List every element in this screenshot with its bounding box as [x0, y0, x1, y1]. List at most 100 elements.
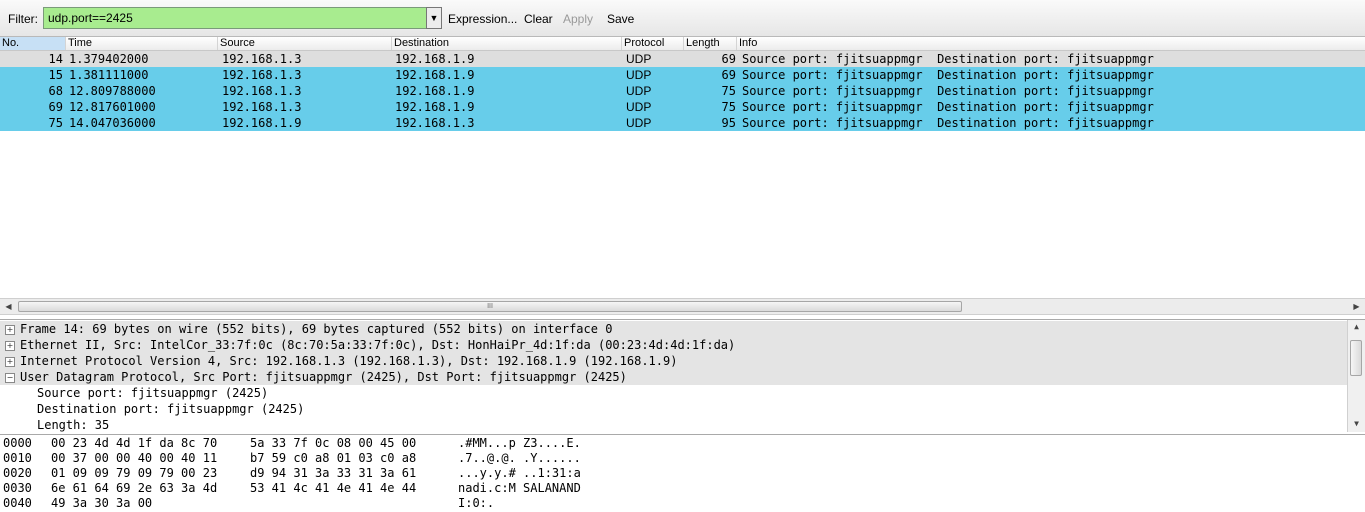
packet-length: 69	[721, 68, 736, 82]
hex-bytes[interactable]: 00 23 4d 4d 1f da 8c 70	[51, 436, 217, 451]
tree-node-ipv4[interactable]: + Internet Protocol Version 4, Src: 192.…	[0, 353, 1347, 369]
packet-source: 192.168.1.3	[222, 68, 302, 82]
packet-time: 1.381111000	[69, 68, 149, 82]
packet-length: 69	[721, 52, 736, 66]
packet-protocol: UDP	[626, 68, 652, 82]
filter-history-dropdown[interactable]: ▼	[426, 7, 442, 29]
packet-time: 12.809788000	[69, 84, 156, 98]
packet-list-header: No. Time Source Destination Protocol Len…	[0, 37, 1365, 51]
packet-no: 14	[48, 52, 63, 66]
hex-offset: 0020	[3, 466, 32, 480]
packet-source: 192.168.1.3	[222, 52, 302, 66]
packet-info: Source port: fjitsuappmgr Destination po…	[742, 84, 1154, 98]
tree-leaf-source-port[interactable]: Source port: fjitsuappmgr (2425)	[0, 385, 1347, 401]
chevron-down-icon: ▼	[429, 13, 439, 23]
packet-protocol: UDP	[626, 116, 652, 130]
tree-leaf-label: Length: 35	[37, 418, 110, 432]
expand-icon[interactable]: +	[5, 325, 15, 335]
hex-bytes[interactable]: 53 41 4c 41 4e 41 4e 44	[250, 481, 416, 496]
column-header-time[interactable]: Time	[66, 37, 218, 50]
column-header-source[interactable]: Source	[218, 37, 392, 50]
packet-length: 75	[721, 100, 736, 114]
tree-leaf-length[interactable]: Length: 35	[0, 417, 1347, 432]
packet-length: 75	[721, 84, 736, 98]
display-filter-input[interactable]: udp.port==2425	[43, 7, 427, 29]
packet-source: 192.168.1.3	[222, 100, 302, 114]
packet-destination: 192.168.1.9	[395, 52, 475, 66]
packet-protocol: UDP	[626, 84, 652, 98]
packet-info: Source port: fjitsuappmgr Destination po…	[742, 68, 1154, 82]
hex-ascii[interactable]: nadi.c:M SALANAND	[458, 481, 581, 496]
packet-details-pane: + Frame 14: 69 bytes on wire (552 bits),…	[0, 319, 1365, 432]
column-header-length[interactable]: Length	[684, 37, 737, 50]
hex-dump-pane: 0000 00 23 4d 4d 1f da 8c 70 5a 33 7f 0c…	[0, 434, 1365, 512]
tree-node-label: Ethernet II, Src: IntelCor_33:7f:0c (8c:…	[20, 338, 736, 352]
packet-no: 69	[48, 100, 63, 114]
tree-node-frame[interactable]: + Frame 14: 69 bytes on wire (552 bits),…	[0, 321, 1347, 337]
hex-bytes[interactable]: 6e 61 64 69 2e 63 3a 4d	[51, 481, 217, 496]
packet-row[interactable]: 68 12.809788000 192.168.1.3 192.168.1.9 …	[0, 83, 1365, 99]
hex-ascii[interactable]: .#MM...p Z3....E.	[458, 436, 581, 451]
packet-row[interactable]: 69 12.817601000 192.168.1.3 192.168.1.9 …	[0, 99, 1365, 115]
hex-ascii[interactable]: I:0:.	[458, 496, 494, 511]
apply-button[interactable]: Apply	[563, 12, 593, 26]
packet-row[interactable]: 15 1.381111000 192.168.1.3 192.168.1.9 U…	[0, 67, 1365, 83]
packet-protocol: UDP	[626, 100, 652, 114]
packet-row[interactable]: 75 14.047036000 192.168.1.9 192.168.1.3 …	[0, 115, 1365, 131]
tree-leaf-destination-port[interactable]: Destination port: fjitsuappmgr (2425)	[0, 401, 1347, 417]
save-button[interactable]: Save	[607, 12, 634, 26]
packet-source: 192.168.1.3	[222, 84, 302, 98]
packet-row[interactable]: 14 1.379402000 192.168.1.3 192.168.1.9 U…	[0, 51, 1365, 67]
filter-label: Filter:	[8, 12, 38, 26]
collapse-icon[interactable]: −	[5, 373, 15, 383]
packet-destination: 192.168.1.9	[395, 84, 475, 98]
tree-node-label: User Datagram Protocol, Src Port: fjitsu…	[20, 370, 627, 384]
scroll-up-arrow-icon[interactable]: ▲	[1349, 322, 1364, 334]
hex-bytes[interactable]: b7 59 c0 a8 01 03 c0 a8	[250, 451, 416, 466]
tree-node-ethernet[interactable]: + Ethernet II, Src: IntelCor_33:7f:0c (8…	[0, 337, 1347, 353]
column-header-info[interactable]: Info	[737, 37, 1365, 50]
scroll-left-arrow-icon[interactable]: ◀	[1, 300, 16, 313]
packet-source: 192.168.1.9	[222, 116, 302, 130]
hscroll-thumb[interactable]: III	[18, 301, 962, 312]
tree-leaf-label: Source port: fjitsuappmgr (2425)	[37, 386, 269, 400]
hex-ascii[interactable]: .7..@.@. .Y......	[458, 451, 581, 466]
hex-bytes[interactable]: 00 37 00 00 40 00 40 11	[51, 451, 217, 466]
packet-protocol: UDP	[626, 52, 652, 66]
packet-time: 1.379402000	[69, 52, 149, 66]
hex-bytes[interactable]: 5a 33 7f 0c 08 00 45 00	[250, 436, 416, 451]
tree-node-udp[interactable]: − User Datagram Protocol, Src Port: fjit…	[0, 369, 1347, 385]
hex-bytes[interactable]: 01 09 09 79 09 79 00 23	[51, 466, 217, 481]
column-header-destination[interactable]: Destination	[392, 37, 622, 50]
packet-no: 75	[48, 116, 63, 130]
scroll-grip: III	[487, 303, 493, 310]
expand-icon[interactable]: +	[5, 357, 15, 367]
column-header-no[interactable]: No.	[0, 37, 66, 50]
tree-node-label: Frame 14: 69 bytes on wire (552 bits), 6…	[20, 322, 613, 336]
hex-offset: 0040	[3, 496, 32, 510]
packet-info: Source port: fjitsuappmgr Destination po…	[742, 116, 1154, 130]
hex-bytes[interactable]: d9 94 31 3a 33 31 3a 61	[250, 466, 416, 481]
details-vscrollbar[interactable]: ▲ ▼	[1347, 320, 1365, 432]
column-header-protocol[interactable]: Protocol	[622, 37, 684, 50]
tree-leaf-label: Destination port: fjitsuappmgr (2425)	[37, 402, 305, 416]
scroll-down-arrow-icon[interactable]: ▼	[1349, 419, 1364, 431]
hex-bytes[interactable]: 49 3a 30 3a 00	[51, 496, 152, 511]
hex-offset: 0000	[3, 436, 32, 450]
vscroll-thumb[interactable]	[1350, 340, 1362, 376]
expand-icon[interactable]: +	[5, 341, 15, 351]
scroll-right-arrow-icon[interactable]: ▶	[1349, 300, 1364, 313]
packet-time: 12.817601000	[69, 100, 156, 114]
packet-info: Source port: fjitsuappmgr Destination po…	[742, 100, 1154, 114]
clear-button[interactable]: Clear	[524, 12, 553, 26]
hex-ascii[interactable]: ...y.y.# ..1:31:a	[458, 466, 581, 481]
packet-list-hscrollbar[interactable]: ◀ III ▶	[0, 298, 1365, 315]
hex-offset: 0010	[3, 451, 32, 465]
filter-toolbar: Filter: udp.port==2425 ▼ Expression... C…	[0, 0, 1365, 37]
packet-destination: 192.168.1.3	[395, 116, 475, 130]
packet-destination: 192.168.1.9	[395, 68, 475, 82]
packet-no: 15	[48, 68, 63, 82]
expression-button[interactable]: Expression...	[448, 12, 517, 26]
packet-length: 95	[721, 116, 736, 130]
packet-info: Source port: fjitsuappmgr Destination po…	[742, 52, 1154, 66]
